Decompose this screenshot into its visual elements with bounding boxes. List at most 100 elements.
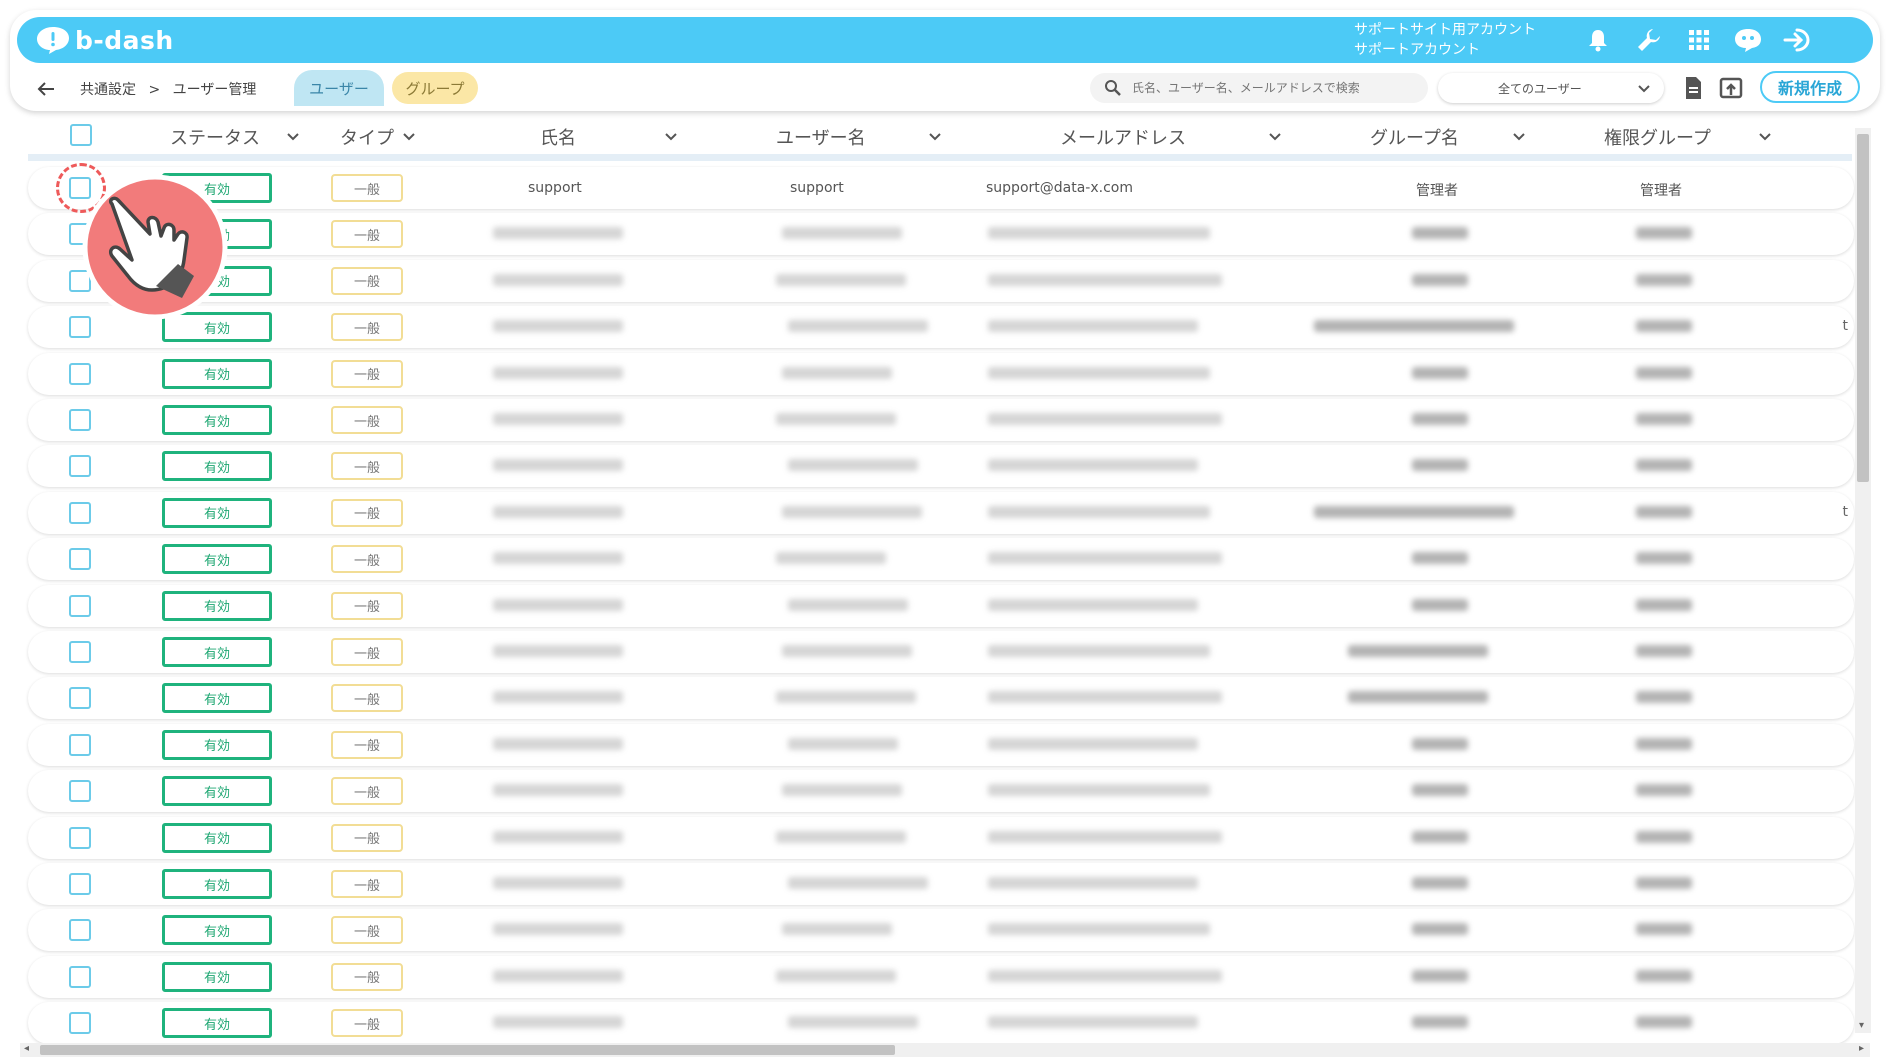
row-checkbox[interactable] [69, 687, 91, 710]
table-row[interactable]: 有効 一般 t [28, 491, 1854, 534]
wrench-icon[interactable] [1634, 25, 1664, 55]
type-badge[interactable]: 一般 [331, 174, 403, 202]
type-badge[interactable]: 一般 [331, 962, 403, 991]
table-row[interactable]: 有効 一般 t [28, 306, 1854, 349]
type-badge[interactable]: 一般 [331, 545, 403, 574]
status-badge[interactable]: 有効 [162, 405, 272, 435]
row-checkbox[interactable] [69, 548, 91, 571]
table-row[interactable]: 有効一般 [28, 1002, 1854, 1045]
status-badge[interactable]: 有効 [162, 590, 272, 621]
logout-icon[interactable] [1783, 25, 1813, 55]
status-badge[interactable]: 有効 [162, 869, 272, 899]
horizontal-scrollbar[interactable]: ◂ ▸ [20, 1043, 1870, 1057]
status-badge[interactable]: 有効 [162, 497, 272, 528]
type-badge[interactable]: 一般 [331, 406, 403, 434]
type-badge[interactable]: 一般 [331, 220, 403, 249]
row-checkbox[interactable] [69, 826, 91, 849]
status-badge[interactable]: 有効 [162, 544, 272, 575]
status-badge[interactable]: 有効 [162, 451, 272, 482]
type-badge[interactable]: 一般 [331, 591, 403, 620]
column-group[interactable]: グループ名 [1370, 124, 1459, 150]
cell-email[interactable]: support@data-x.com [986, 180, 1133, 196]
type-badge[interactable]: 一般 [331, 730, 403, 759]
table-row[interactable]: 有効 一般 [28, 677, 1854, 720]
type-badge[interactable]: 一般 [331, 638, 403, 666]
user-filter-select[interactable]: 全てのユーザー [1438, 73, 1664, 103]
breadcrumb-parent[interactable]: 共通設定 [80, 82, 136, 98]
cell-name[interactable]: support [528, 180, 582, 196]
type-badge[interactable]: 一般 [331, 777, 403, 806]
status-badge[interactable]: 有効 [162, 776, 272, 807]
search-box[interactable] [1090, 73, 1428, 103]
table-row[interactable]: 有効一般 [28, 213, 1854, 256]
scroll-right-arrow-icon[interactable]: ▸ [1859, 1043, 1864, 1054]
row-checkbox[interactable] [69, 919, 91, 942]
document-icon[interactable] [1680, 75, 1706, 101]
row-checkbox[interactable] [69, 965, 91, 988]
table-row[interactable]: 有効 一般 [28, 584, 1854, 627]
table-row[interactable]: 有効 一般 [28, 352, 1854, 395]
type-badge[interactable]: 一般 [331, 452, 403, 481]
column-email[interactable]: メールアドレス [1060, 124, 1186, 150]
table-row[interactable]: 有効 一般 [28, 816, 1854, 859]
column-role-group[interactable]: 権限グループ [1604, 124, 1711, 150]
new-user-button[interactable]: 新規作成 [1760, 71, 1860, 103]
chevron-down-icon[interactable] [928, 130, 942, 144]
logo[interactable]: b-dash [35, 23, 174, 57]
row-checkbox[interactable] [69, 501, 91, 524]
type-badge[interactable]: 一般 [331, 359, 403, 388]
table-row[interactable]: 有効 一般 [28, 909, 1854, 952]
row-checkbox[interactable] [69, 873, 91, 895]
column-status[interactable]: ステータス [170, 124, 260, 150]
column-type[interactable]: タイプ [340, 124, 394, 150]
table-row[interactable]: 有効 一般 [28, 399, 1854, 441]
row-checkbox[interactable] [69, 409, 91, 431]
row-checkbox[interactable] [69, 594, 91, 617]
status-badge[interactable]: 有効 [162, 358, 272, 389]
column-name[interactable]: 氏名 [540, 124, 576, 150]
chevron-down-icon[interactable] [1758, 130, 1772, 144]
upload-icon[interactable] [1718, 75, 1744, 101]
status-badge[interactable]: 有効 [162, 822, 272, 853]
chevron-down-icon[interactable] [664, 130, 678, 144]
table-row[interactable]: 有効一般 [28, 955, 1854, 998]
row-checkbox[interactable] [69, 362, 91, 385]
select-all-checkbox[interactable] [70, 124, 92, 146]
status-badge[interactable]: 有効 [162, 683, 272, 714]
table-row[interactable]: 有効 一般 [28, 538, 1854, 581]
type-badge[interactable]: 一般 [331, 916, 403, 945]
type-badge[interactable]: 一般 [331, 266, 403, 295]
chevron-down-icon[interactable] [1512, 130, 1526, 144]
tab-users[interactable]: ユーザー [294, 70, 384, 106]
table-row[interactable]: 有効 一般 [28, 770, 1854, 813]
type-badge[interactable]: 一般 [331, 498, 403, 527]
row-checkbox[interactable] [69, 455, 91, 478]
vertical-scrollbar[interactable]: ▾ [1855, 128, 1871, 1033]
chevron-down-icon[interactable] [402, 130, 416, 144]
table-row[interactable]: 有効 一般 [28, 863, 1854, 905]
grid-icon[interactable] [1684, 25, 1714, 55]
tab-groups[interactable]: グループ [392, 72, 478, 104]
horizontal-scroll-thumb[interactable] [40, 1045, 895, 1055]
cell-username[interactable]: support [790, 180, 844, 196]
status-badge[interactable]: 有効 [162, 729, 272, 760]
table-row[interactable]: 有効 一般 [28, 445, 1854, 488]
column-username[interactable]: ユーザー名 [776, 124, 866, 150]
scroll-down-arrow-icon[interactable]: ▾ [1859, 1020, 1864, 1031]
status-badge[interactable]: 有効 [162, 915, 272, 946]
row-checkbox[interactable] [69, 780, 91, 803]
search-input[interactable] [1132, 78, 1412, 98]
status-badge[interactable]: 有効 [162, 1008, 272, 1039]
vertical-scroll-thumb[interactable] [1857, 134, 1869, 482]
table-row[interactable]: 有効一般 [28, 631, 1854, 673]
type-badge[interactable]: 一般 [331, 823, 403, 852]
back-arrow-icon[interactable] [34, 77, 58, 101]
type-badge[interactable]: 一般 [331, 684, 403, 713]
row-checkbox[interactable] [69, 733, 91, 756]
scroll-left-arrow-icon[interactable]: ◂ [24, 1043, 29, 1054]
table-row[interactable]: 有効 一般 [28, 723, 1854, 766]
chat-robot-icon[interactable] [1733, 25, 1763, 55]
bell-icon[interactable] [1583, 25, 1613, 55]
type-badge[interactable]: 一般 [331, 870, 403, 898]
row-checkbox[interactable] [69, 1012, 91, 1035]
